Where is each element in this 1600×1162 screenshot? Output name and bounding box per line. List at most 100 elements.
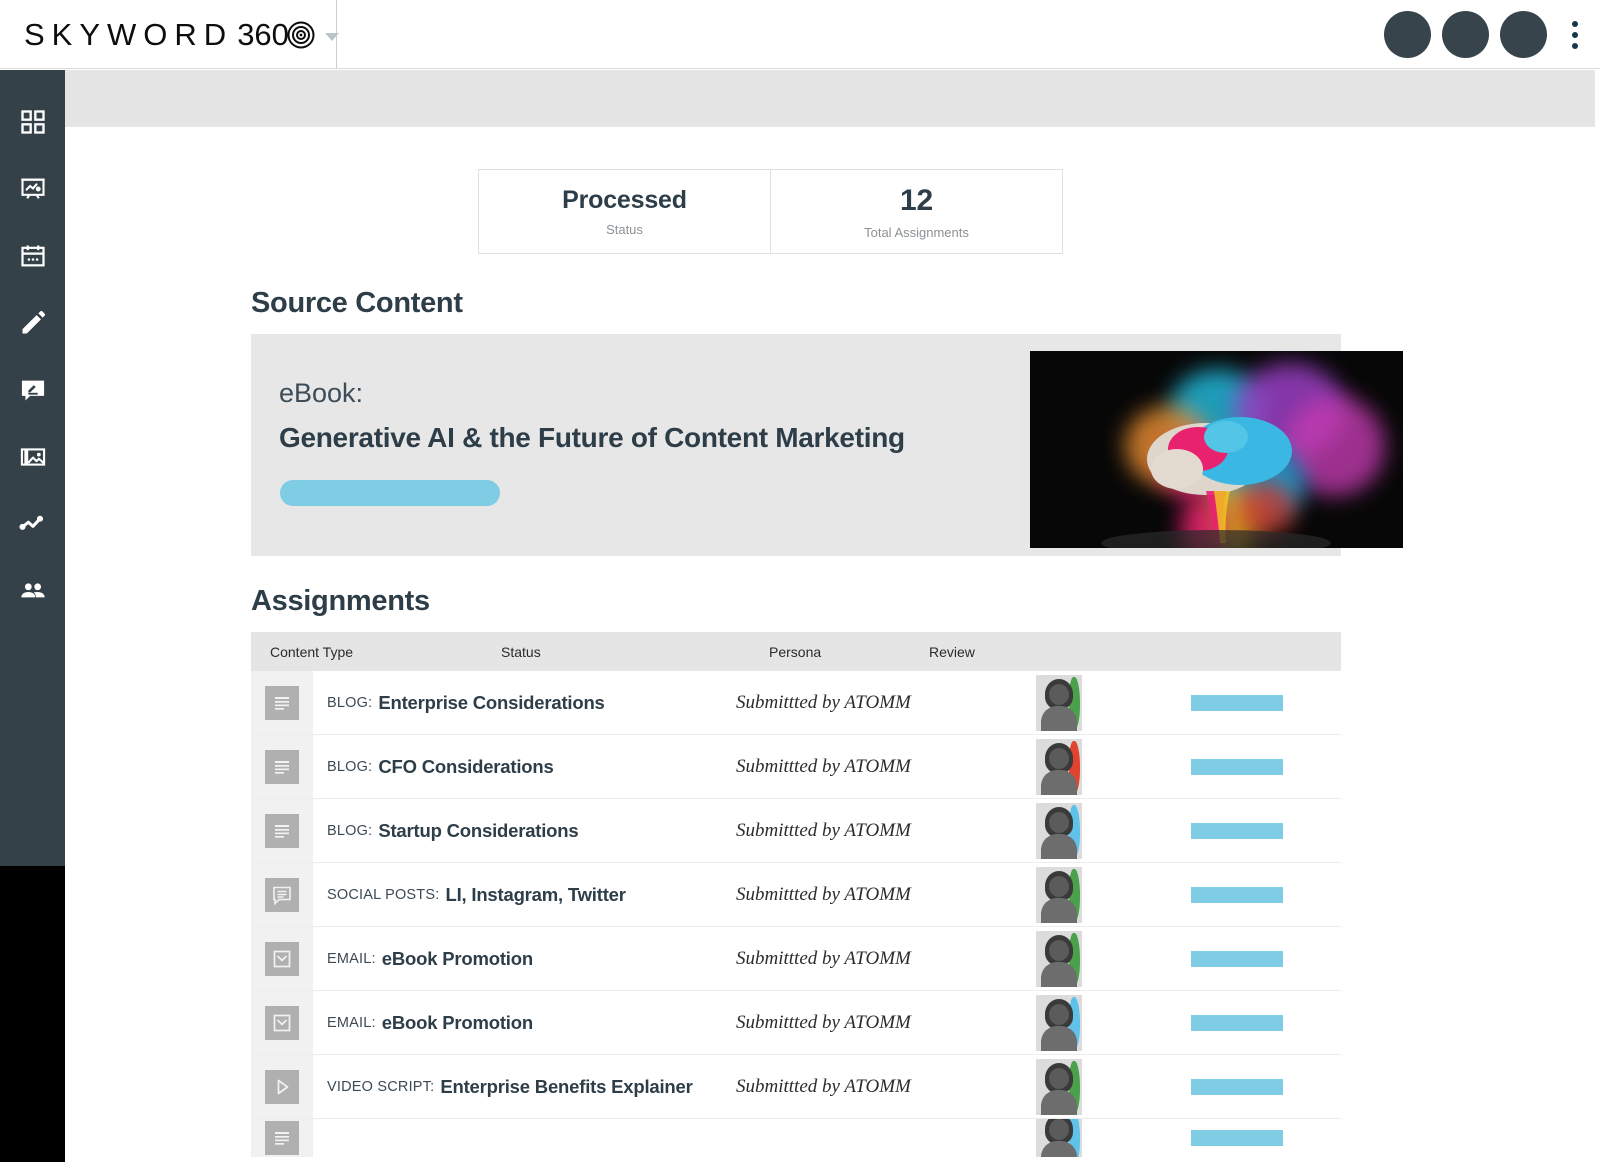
- sidebar-nav: [0, 70, 65, 866]
- row-persona-cell: [1036, 863, 1191, 926]
- table-row[interactable]: EMAIL: eBook Promotion Submittted by ATOMM: [251, 927, 1341, 991]
- stat-status-label: Status: [606, 222, 643, 237]
- row-persona-cell: [1036, 671, 1191, 734]
- source-content-card[interactable]: eBook: Generative AI & the Future of Con…: [251, 334, 1403, 556]
- column-header-persona: Persona: [769, 643, 822, 660]
- images-icon: [19, 443, 47, 471]
- row-status: Submittted by ATOMM: [736, 1011, 911, 1033]
- row-title[interactable]: Enterprise Considerations: [378, 692, 605, 714]
- row-kind-label: VIDEO SCRIPT:: [327, 1078, 435, 1095]
- row-review-action[interactable]: [1191, 822, 1283, 839]
- document-lines-icon: [265, 749, 299, 784]
- persona-blue[interactable]: [1036, 1119, 1082, 1157]
- row-review-action[interactable]: [1191, 1014, 1283, 1031]
- stat-status-value: Processed: [562, 186, 687, 214]
- row-content-type-icon-cell: [251, 735, 313, 798]
- row-kind-label: BLOG:: [327, 694, 373, 711]
- row-status: [736, 1119, 1036, 1157]
- table-row[interactable]: VIDEO SCRIPT: Enterprise Benefits Explain…: [251, 1055, 1341, 1119]
- row-title[interactable]: eBook Promotion: [382, 948, 533, 970]
- persona-green[interactable]: [1036, 674, 1082, 731]
- persona-green[interactable]: [1036, 1058, 1082, 1115]
- table-row[interactable]: EMAIL: eBook Promotion Submittted by ATOMM: [251, 991, 1341, 1055]
- brand-name-primary: SKYWORD: [24, 16, 234, 52]
- row-content-type-icon-cell: [251, 863, 313, 926]
- persona-red[interactable]: [1036, 738, 1082, 795]
- row-review-action[interactable]: [1191, 1130, 1283, 1146]
- row-review-cell: [1191, 1055, 1341, 1118]
- source-content-thumbnail: [1030, 351, 1403, 548]
- table-header-row: Content Type Status Persona Review: [251, 632, 1341, 671]
- brand-name-secondary: 360: [237, 16, 289, 52]
- persona-green[interactable]: [1036, 930, 1082, 987]
- row-content-type-icon-cell: [251, 671, 313, 734]
- table-row[interactable]: BLOG: CFO Considerations Submittted by ATO…: [251, 735, 1341, 799]
- row-content-type-cell: BLOG: CFO Considerations: [313, 735, 736, 798]
- line-chart-icon: [18, 510, 47, 538]
- row-status: Submittted by ATOMM: [736, 1075, 911, 1097]
- row-review-action[interactable]: [1191, 1078, 1283, 1095]
- column-header-content-type: Content Type: [270, 643, 354, 660]
- brand-logo: SKYWORD 360: [24, 17, 315, 53]
- assignments-heading: Assignments: [251, 585, 430, 617]
- row-status: Submittted by ATOMM: [736, 819, 911, 841]
- avatar[interactable]: [1500, 11, 1547, 58]
- row-review-action[interactable]: [1191, 694, 1283, 711]
- row-content-type-icon-cell: [251, 799, 313, 862]
- row-persona-cell: [1036, 799, 1191, 862]
- row-status: Submittted by ATOMM: [736, 883, 911, 905]
- document-lines-icon: [265, 685, 299, 720]
- presentation-board-icon: [19, 175, 47, 203]
- table-row[interactable]: BLOG: Startup Considerations Submittted by…: [251, 799, 1341, 863]
- avatar[interactable]: [1384, 11, 1431, 58]
- row-kind-label: SOCIAL POSTS:: [327, 886, 440, 903]
- row-content-type-cell: BLOG: Enterprise Considerations: [313, 671, 736, 734]
- row-content-type-icon-cell: [251, 1119, 313, 1157]
- row-status: Submittted by ATOMM: [736, 947, 911, 969]
- row-content-type-cell: SOCIAL POSTS: LI, Instagram, Twitter: [313, 863, 736, 926]
- sidebar-item-people[interactable]: [0, 557, 65, 624]
- caret-down-icon[interactable]: [324, 32, 339, 41]
- row-persona-cell: [1036, 735, 1191, 798]
- row-status: Submittted by ATOMM: [736, 691, 911, 713]
- persona-green[interactable]: [1036, 866, 1082, 923]
- row-title[interactable]: Startup Considerations: [378, 820, 578, 842]
- row-content-type-cell: BLOG: Startup Considerations: [313, 799, 736, 862]
- persona-blue[interactable]: [1036, 994, 1082, 1051]
- row-content-type-icon-cell: [251, 1055, 313, 1118]
- column-header-review: Review: [929, 643, 975, 660]
- sidebar-item-create[interactable]: [0, 289, 65, 356]
- sidebar-item-calendar[interactable]: [0, 222, 65, 289]
- source-content-action-button[interactable]: [280, 480, 500, 506]
- persona-blue[interactable]: [1036, 802, 1082, 859]
- row-title[interactable]: LI, Instagram, Twitter: [445, 884, 625, 906]
- sidebar-item-review[interactable]: [0, 356, 65, 423]
- kebab-menu-icon[interactable]: [1572, 20, 1578, 49]
- comment-edit-icon: [19, 376, 47, 404]
- row-review-action[interactable]: [1191, 950, 1283, 967]
- row-review-action[interactable]: [1191, 886, 1283, 903]
- row-kind-label: BLOG:: [327, 758, 373, 775]
- stat-total-value: 12: [900, 183, 933, 217]
- row-title[interactable]: eBook Promotion: [382, 1012, 533, 1034]
- row-review-cell: [1191, 1119, 1341, 1157]
- table-row[interactable]: BLOG: Enterprise Considerations Submittted…: [251, 671, 1341, 735]
- table-row[interactable]: SOCIAL POSTS: LI, Instagram, Twitter Submi…: [251, 863, 1341, 927]
- row-review-cell: [1191, 799, 1341, 862]
- sidebar-item-campaigns[interactable]: [0, 155, 65, 222]
- row-persona-cell: [1036, 991, 1191, 1054]
- sidebar-item-media[interactable]: [0, 423, 65, 490]
- stat-status: Processed Status: [479, 170, 770, 253]
- row-persona-cell: [1036, 927, 1191, 990]
- row-title[interactable]: Enterprise Benefits Explainer: [440, 1076, 692, 1098]
- row-content-type-cell: VIDEO SCRIPT: Enterprise Benefits Explain…: [313, 1055, 736, 1118]
- row-review-action[interactable]: [1191, 758, 1283, 775]
- sidebar-item-dashboard[interactable]: [0, 88, 65, 155]
- row-content-type-cell: EMAIL: eBook Promotion: [313, 927, 736, 990]
- sidebar-item-analytics[interactable]: [0, 490, 65, 557]
- row-title[interactable]: CFO Considerations: [378, 756, 553, 778]
- table-row[interactable]: [251, 1119, 1341, 1157]
- row-review-cell: [1191, 735, 1341, 798]
- brand-area[interactable]: SKYWORD 360: [0, 0, 339, 69]
- avatar[interactable]: [1442, 11, 1489, 58]
